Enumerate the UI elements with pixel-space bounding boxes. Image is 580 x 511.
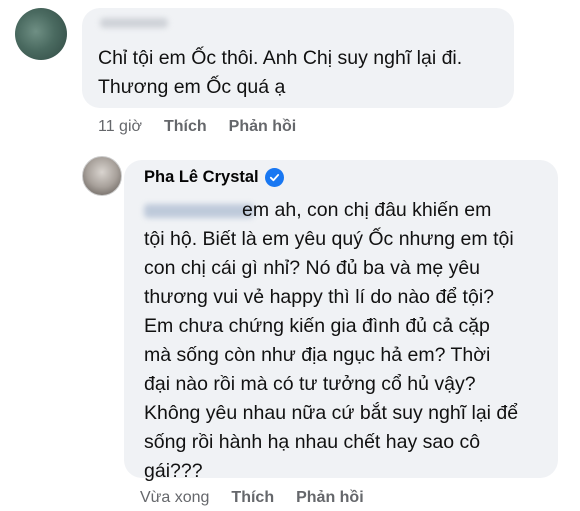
author-name[interactable]: Pha Lê Crystal (144, 168, 259, 187)
like-button[interactable]: Thích (231, 489, 274, 507)
reply-line: em ah, con chị đâu khiến em (242, 199, 492, 221)
reply-line: tội hộ. Biết là em yêu quý Ốc nhưng em t… (144, 228, 514, 250)
reply-button[interactable]: Phản hồi (229, 118, 297, 136)
reply-bubble: Pha Lê Crystal em ah, con chị đâu khiến … (124, 160, 558, 478)
verified-badge-icon (264, 168, 284, 187)
reply-line: Không yêu nhau nữa cứ bắt suy nghĩ lại đ… (144, 402, 519, 424)
comment-bubble: Chỉ tội em Ốc thôi. Anh Chị suy nghĩ lại… (82, 8, 514, 108)
reply-line: mà sống còn như địa ngục hả em? Thời (144, 344, 491, 366)
reply-line: thương vui vẻ happy thì lí do nào để tội… (144, 286, 494, 308)
reply-line: đại nào rồi mà có tư tưởng cổ hủ vậy? (144, 373, 476, 395)
blurred-commenter-name[interactable] (100, 18, 168, 28)
blurred-mention[interactable] (144, 204, 254, 218)
comment-timestamp[interactable]: 11 giờ (98, 118, 142, 136)
reply-line: con chị cái gì nhỉ? Nó đủ ba và mẹ yêu (144, 257, 481, 279)
like-button[interactable]: Thích (164, 118, 207, 136)
reply-timestamp[interactable]: Vừa xong (140, 489, 209, 507)
reply-line: sống rồi hành hạ nhau chết hay sao cô (144, 431, 481, 453)
comment-text: Chỉ tội em Ốc thôi. Anh Chị suy nghĩ lại… (98, 47, 463, 98)
reply-line-last: gái??? (144, 460, 203, 482)
reply-button[interactable]: Phản hồi (296, 489, 364, 507)
author-avatar[interactable] (82, 156, 122, 196)
commenter-avatar[interactable] (15, 8, 67, 60)
reply-line: Em chưa chứng kiến gia đình đủ cả cặp (144, 315, 490, 337)
reply-actions: Vừa xong Thích Phản hồi (140, 489, 364, 507)
comment-actions: 11 giờ Thích Phản hồi (98, 118, 296, 136)
reply-author[interactable]: Pha Lê Crystal (144, 168, 284, 187)
